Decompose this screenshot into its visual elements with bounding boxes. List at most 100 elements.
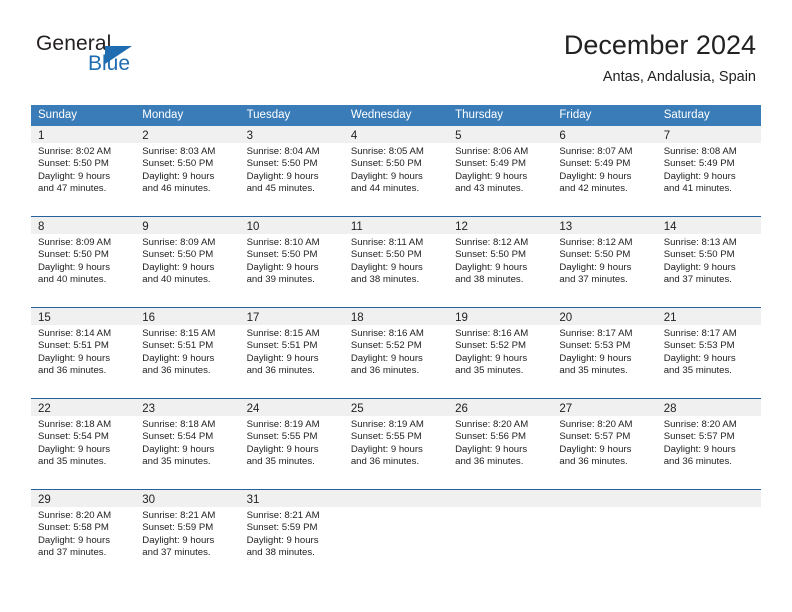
day-cell[interactable]: 19 Sunrise: 8:16 AM Sunset: 5:52 PM Dayl… (448, 308, 553, 398)
day-number: 9 (142, 221, 149, 233)
sunrise-text: Sunrise: 8:02 AM (38, 146, 112, 157)
day-cell[interactable]: 29 Sunrise: 8:20 AM Sunset: 5:58 PM Dayl… (31, 490, 136, 580)
day-number-band: 7 (656, 126, 761, 143)
day-cell[interactable]: 25 Sunrise: 8:19 AM Sunset: 5:55 PM Dayl… (343, 399, 449, 489)
sunset-text: Sunset: 5:57 PM (663, 431, 735, 443)
daylight-text-line1: Daylight: 9 hours (663, 443, 736, 455)
daylight-text-line1: Daylight: 9 hours (246, 261, 319, 273)
daylight-text-line2: and 44 minutes. (350, 183, 420, 195)
day-cell[interactable]: 17 Sunrise: 8:15 AM Sunset: 5:51 PM Dayl… (239, 308, 344, 398)
day-info: Sunrise: 8:03 AM Sunset: 5:50 PM Dayligh… (135, 143, 239, 196)
day-number-band (343, 490, 449, 507)
sunset-text: Sunset: 5:51 PM (246, 340, 318, 352)
day-number-band: 21 (656, 308, 761, 325)
sunrise-text: Sunrise: 8:18 AM (142, 419, 216, 430)
day-cell[interactable]: 24 Sunrise: 8:19 AM Sunset: 5:55 PM Dayl… (239, 399, 344, 489)
day-info: Sunrise: 8:09 AM Sunset: 5:50 PM Dayligh… (135, 234, 239, 287)
daylight-text-line1: Daylight: 9 hours (663, 352, 736, 364)
day-cell[interactable]: 14 Sunrise: 8:13 AM Sunset: 5:50 PM Dayl… (656, 217, 761, 307)
day-info: Sunrise: 8:16 AM Sunset: 5:52 PM Dayligh… (344, 325, 448, 378)
day-cell[interactable]: 30 Sunrise: 8:21 AM Sunset: 5:59 PM Dayl… (135, 490, 240, 580)
weekday-monday: Monday (142, 109, 184, 121)
day-cell[interactable]: 23 Sunrise: 8:18 AM Sunset: 5:54 PM Dayl… (135, 399, 240, 489)
day-cell[interactable]: 8 Sunrise: 8:09 AM Sunset: 5:50 PM Dayli… (31, 217, 136, 307)
day-cell[interactable]: 2 Sunrise: 8:03 AM Sunset: 5:50 PM Dayli… (135, 126, 240, 216)
weekday-friday: Friday (559, 109, 592, 121)
day-cell-empty (552, 490, 657, 580)
daylight-text-line2: and 41 minutes. (663, 183, 732, 195)
day-number: 13 (559, 221, 573, 233)
sunrise-text: Sunrise: 8:20 AM (559, 419, 633, 430)
day-cell[interactable]: 16 Sunrise: 8:15 AM Sunset: 5:51 PM Dayl… (135, 308, 240, 398)
day-number-band: 15 (31, 308, 136, 325)
sunset-text: Sunset: 5:50 PM (38, 249, 109, 261)
day-cell[interactable]: 18 Sunrise: 8:16 AM Sunset: 5:52 PM Dayl… (343, 308, 449, 398)
sunrise-text: Sunrise: 8:09 AM (38, 237, 112, 248)
day-number-band: 6 (552, 126, 657, 143)
daylight-text-line1: Daylight: 9 hours (38, 443, 110, 455)
day-number: 25 (350, 403, 364, 415)
day-number: 21 (663, 312, 677, 324)
day-cell[interactable]: 20 Sunrise: 8:17 AM Sunset: 5:53 PM Dayl… (552, 308, 657, 398)
weekday-saturday: Saturday (663, 109, 710, 121)
daylight-text-line2: and 35 minutes. (559, 365, 628, 377)
week-row: 1 Sunrise: 8:02 AM Sunset: 5:50 PM Dayli… (31, 126, 761, 217)
week-row: 29 Sunrise: 8:20 AM Sunset: 5:58 PM Dayl… (31, 490, 761, 580)
daylight-text-line1: Daylight: 9 hours (142, 352, 215, 364)
sunrise-text: Sunrise: 8:12 AM (559, 237, 633, 248)
day-cell[interactable]: 15 Sunrise: 8:14 AM Sunset: 5:51 PM Dayl… (31, 308, 136, 398)
day-cell[interactable]: 28 Sunrise: 8:20 AM Sunset: 5:57 PM Dayl… (656, 399, 761, 489)
day-number-band: 19 (448, 308, 553, 325)
day-cell[interactable]: 21 Sunrise: 8:17 AM Sunset: 5:53 PM Dayl… (656, 308, 761, 398)
day-cell[interactable]: 22 Sunrise: 8:18 AM Sunset: 5:54 PM Dayl… (31, 399, 136, 489)
daylight-text-line2: and 36 minutes. (246, 365, 315, 377)
sunset-text: Sunset: 5:50 PM (142, 249, 214, 261)
day-info: Sunrise: 8:06 AM Sunset: 5:49 PM Dayligh… (448, 143, 552, 196)
daylight-text-line1: Daylight: 9 hours (455, 443, 528, 455)
daylight-text-line2: and 45 minutes. (246, 183, 315, 195)
sunrise-text: Sunrise: 8:16 AM (455, 328, 529, 339)
day-number-band: 31 (239, 490, 344, 507)
day-cell[interactable]: 31 Sunrise: 8:21 AM Sunset: 5:59 PM Dayl… (239, 490, 344, 580)
general-blue-logo[interactable]: General Blue (36, 32, 236, 88)
day-cell[interactable]: 4 Sunrise: 8:05 AM Sunset: 5:50 PM Dayli… (343, 126, 449, 216)
day-cell[interactable]: 11 Sunrise: 8:11 AM Sunset: 5:50 PM Dayl… (343, 217, 449, 307)
day-number: 8 (38, 221, 45, 233)
daylight-text-line1: Daylight: 9 hours (350, 352, 423, 364)
page-title: December 2024 (563, 30, 756, 60)
day-number: 17 (246, 312, 260, 324)
calendar-page: General Blue December 2024 Antas, Andalu… (0, 0, 792, 612)
daylight-text-line2: and 36 minutes. (350, 456, 420, 468)
day-number: 29 (38, 494, 51, 506)
daylight-text-line2: and 35 minutes. (142, 456, 211, 468)
day-number-band (552, 490, 657, 507)
day-number-band: 5 (448, 126, 553, 143)
daylight-text-line1: Daylight: 9 hours (142, 170, 215, 182)
day-number: 4 (350, 130, 358, 142)
day-info: Sunrise: 8:09 AM Sunset: 5:50 PM Dayligh… (31, 234, 135, 287)
day-info: Sunrise: 8:17 AM Sunset: 5:53 PM Dayligh… (552, 325, 656, 378)
day-cell[interactable]: 7 Sunrise: 8:08 AM Sunset: 5:49 PM Dayli… (656, 126, 761, 216)
sunset-text: Sunset: 5:50 PM (38, 158, 109, 170)
day-cell[interactable]: 9 Sunrise: 8:09 AM Sunset: 5:50 PM Dayli… (135, 217, 240, 307)
day-cell[interactable]: 6 Sunrise: 8:07 AM Sunset: 5:49 PM Dayli… (552, 126, 657, 216)
day-number-band: 3 (239, 126, 344, 143)
day-info: Sunrise: 8:14 AM Sunset: 5:51 PM Dayligh… (31, 325, 135, 378)
daylight-text-line1: Daylight: 9 hours (142, 261, 215, 273)
day-number: 24 (246, 403, 260, 415)
day-info: Sunrise: 8:02 AM Sunset: 5:50 PM Dayligh… (31, 143, 135, 196)
daylight-text-line1: Daylight: 9 hours (455, 261, 528, 273)
day-info: Sunrise: 8:11 AM Sunset: 5:50 PM Dayligh… (344, 234, 448, 287)
day-cell[interactable]: 26 Sunrise: 8:20 AM Sunset: 5:56 PM Dayl… (448, 399, 553, 489)
day-cell[interactable]: 1 Sunrise: 8:02 AM Sunset: 5:50 PM Dayli… (31, 126, 136, 216)
day-cell[interactable]: 10 Sunrise: 8:10 AM Sunset: 5:50 PM Dayl… (239, 217, 344, 307)
sunset-text: Sunset: 5:50 PM (246, 249, 318, 261)
sunset-text: Sunset: 5:55 PM (246, 431, 318, 443)
day-cell[interactable]: 5 Sunrise: 8:06 AM Sunset: 5:49 PM Dayli… (448, 126, 553, 216)
day-cell[interactable]: 12 Sunrise: 8:12 AM Sunset: 5:50 PM Dayl… (448, 217, 553, 307)
day-cell[interactable]: 3 Sunrise: 8:04 AM Sunset: 5:50 PM Dayli… (239, 126, 344, 216)
weekday-wednesday: Wednesday (350, 109, 412, 121)
day-info: Sunrise: 8:20 AM Sunset: 5:57 PM Dayligh… (657, 416, 761, 469)
day-cell[interactable]: 13 Sunrise: 8:12 AM Sunset: 5:50 PM Dayl… (552, 217, 657, 307)
day-cell[interactable]: 27 Sunrise: 8:20 AM Sunset: 5:57 PM Dayl… (552, 399, 657, 489)
